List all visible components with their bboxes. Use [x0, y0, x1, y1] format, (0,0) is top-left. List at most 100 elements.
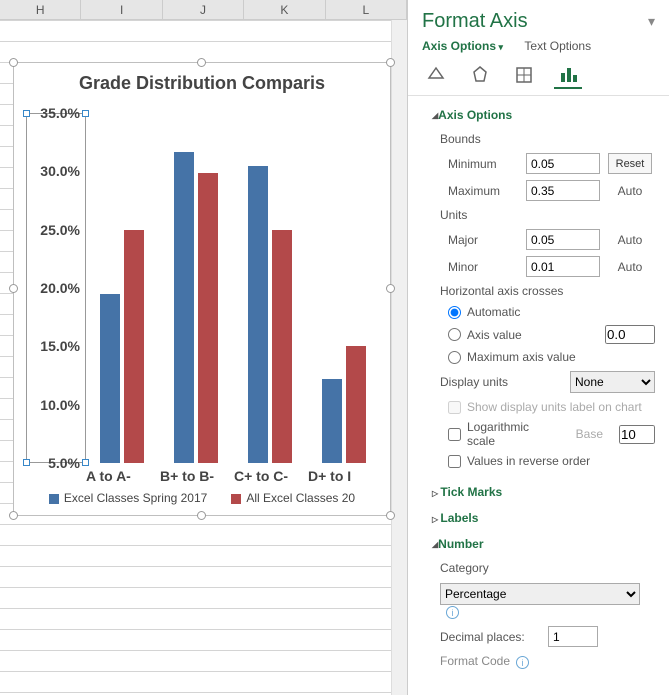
log-base-input[interactable] [619, 425, 655, 444]
axis-value-label: Axis value [467, 328, 522, 342]
y-tick: 25.0% [26, 222, 86, 238]
x-tick: C+ to C- [234, 468, 308, 488]
size-properties-icon[interactable] [510, 61, 538, 89]
resize-handle-ne[interactable] [386, 58, 395, 67]
minimum-input[interactable] [526, 153, 600, 174]
legend-item: All Excel Classes 20 [231, 491, 355, 505]
resize-handle-s[interactable] [197, 511, 206, 520]
bar-series-0[interactable] [100, 294, 120, 463]
category-icons [408, 61, 669, 96]
legend-label: Excel Classes Spring 2017 [64, 491, 207, 505]
format-code-label: Format Code [440, 654, 510, 668]
x-tick: A to A- [86, 468, 160, 488]
bar-series-0[interactable] [174, 152, 194, 464]
resize-handle-w[interactable] [9, 284, 18, 293]
chart-legend[interactable]: Excel Classes Spring 2017 All Excel Clas… [14, 491, 390, 505]
legend-label: All Excel Classes 20 [246, 491, 355, 505]
show-units-label-checkbox [448, 401, 461, 414]
y-tick: 15.0% [26, 338, 86, 354]
minor-label: Minor [448, 260, 518, 274]
x-tick: B+ to B- [160, 468, 234, 488]
plot-area[interactable]: 35.0% 30.0% 25.0% 20.0% 15.0% 10.0% 5.0% [26, 113, 384, 463]
h-axis-crosses-label: Horizontal axis crosses [432, 280, 655, 302]
legend-swatch-icon [231, 494, 241, 504]
y-tick: 5.0% [26, 455, 86, 471]
decimal-places-input[interactable] [548, 626, 598, 647]
major-input[interactable] [526, 229, 600, 250]
col-header[interactable]: J [163, 0, 244, 19]
log-scale-checkbox[interactable] [448, 428, 461, 441]
info-icon[interactable]: i [516, 656, 529, 669]
show-units-label: Show display units label on chart [467, 400, 642, 414]
minimum-label: Minimum [448, 157, 518, 171]
bars-area [86, 113, 384, 463]
col-header[interactable]: I [81, 0, 162, 19]
bar-series-1[interactable] [124, 230, 144, 463]
spreadsheet-area: H I J K L Grade Distribution Comparis [0, 0, 407, 695]
col-header[interactable]: L [326, 0, 407, 19]
resize-handle-n[interactable] [197, 58, 206, 67]
y-tick: 20.0% [26, 280, 86, 296]
auto-label: Auto [608, 233, 652, 247]
auto-label: Auto [608, 260, 652, 274]
x-axis-labels: A to A- B+ to B- C+ to C- D+ to I [86, 468, 390, 488]
max-axis-value-radio[interactable] [448, 351, 461, 364]
number-section[interactable]: Number [432, 531, 655, 557]
maximum-input[interactable] [526, 180, 600, 201]
axis-value-input[interactable] [605, 325, 655, 344]
labels-section[interactable]: Labels [432, 505, 655, 531]
automatic-radio[interactable] [448, 306, 461, 319]
chart-title[interactable]: Grade Distribution Comparis [14, 63, 390, 98]
bar-series-1[interactable] [272, 230, 292, 463]
chart-object[interactable]: Grade Distribution Comparis 35.0% 30.0% … [13, 62, 391, 516]
auto-label: Auto [608, 184, 652, 198]
legend-item: Excel Classes Spring 2017 [49, 491, 207, 505]
col-header[interactable]: K [244, 0, 325, 19]
resize-handle-se[interactable] [386, 511, 395, 520]
y-tick: 10.0% [26, 397, 86, 413]
col-header[interactable]: H [0, 0, 81, 19]
pane-menu-icon[interactable]: ▾ [648, 13, 655, 30]
axis-options-icon[interactable] [554, 61, 582, 89]
tick-marks-section[interactable]: Tick Marks [432, 479, 655, 505]
bar-series-0[interactable] [322, 379, 342, 463]
display-units-label: Display units [440, 375, 570, 389]
axis-options-tab[interactable]: Axis Options [422, 39, 503, 53]
log-scale-label: Logarithmic scale [467, 420, 560, 448]
reverse-order-label: Values in reverse order [467, 454, 590, 468]
axis-value-radio[interactable] [448, 328, 461, 341]
bar-series-0[interactable] [248, 166, 268, 464]
major-label: Major [448, 233, 518, 247]
minor-input[interactable] [526, 256, 600, 277]
reset-button[interactable]: Reset [608, 153, 652, 174]
info-icon[interactable]: i [446, 606, 459, 619]
bar-series-1[interactable] [198, 173, 218, 464]
bar-series-1[interactable] [346, 346, 366, 463]
legend-swatch-icon [49, 494, 59, 504]
resize-handle-e[interactable] [386, 284, 395, 293]
column-headers: H I J K L [0, 0, 407, 20]
decimal-places-label: Decimal places: [440, 630, 540, 644]
fill-line-icon[interactable] [422, 61, 450, 89]
vertical-scrollbar[interactable] [391, 20, 407, 695]
maximum-label: Maximum [448, 184, 518, 198]
automatic-label: Automatic [467, 305, 520, 319]
display-units-select[interactable]: None [570, 371, 655, 393]
axis-options-section[interactable]: Axis Options [432, 102, 655, 128]
y-tick: 35.0% [26, 105, 86, 121]
bounds-label: Bounds [432, 128, 655, 150]
category-label: Category [432, 557, 655, 579]
units-label: Units [432, 204, 655, 226]
y-tick: 30.0% [26, 163, 86, 179]
max-axis-value-label: Maximum axis value [467, 350, 576, 364]
effects-icon[interactable] [466, 61, 494, 89]
log-base-label: Base [576, 427, 603, 441]
pane-title: Format Axis [422, 10, 528, 33]
resize-handle-nw[interactable] [9, 58, 18, 67]
x-tick: D+ to I [308, 468, 382, 488]
category-select[interactable]: Percentage [440, 583, 640, 605]
format-axis-pane: Format Axis ▾ Axis Options Text Options … [407, 0, 669, 695]
resize-handle-sw[interactable] [9, 511, 18, 520]
text-options-tab[interactable]: Text Options [524, 39, 591, 53]
reverse-order-checkbox[interactable] [448, 455, 461, 468]
